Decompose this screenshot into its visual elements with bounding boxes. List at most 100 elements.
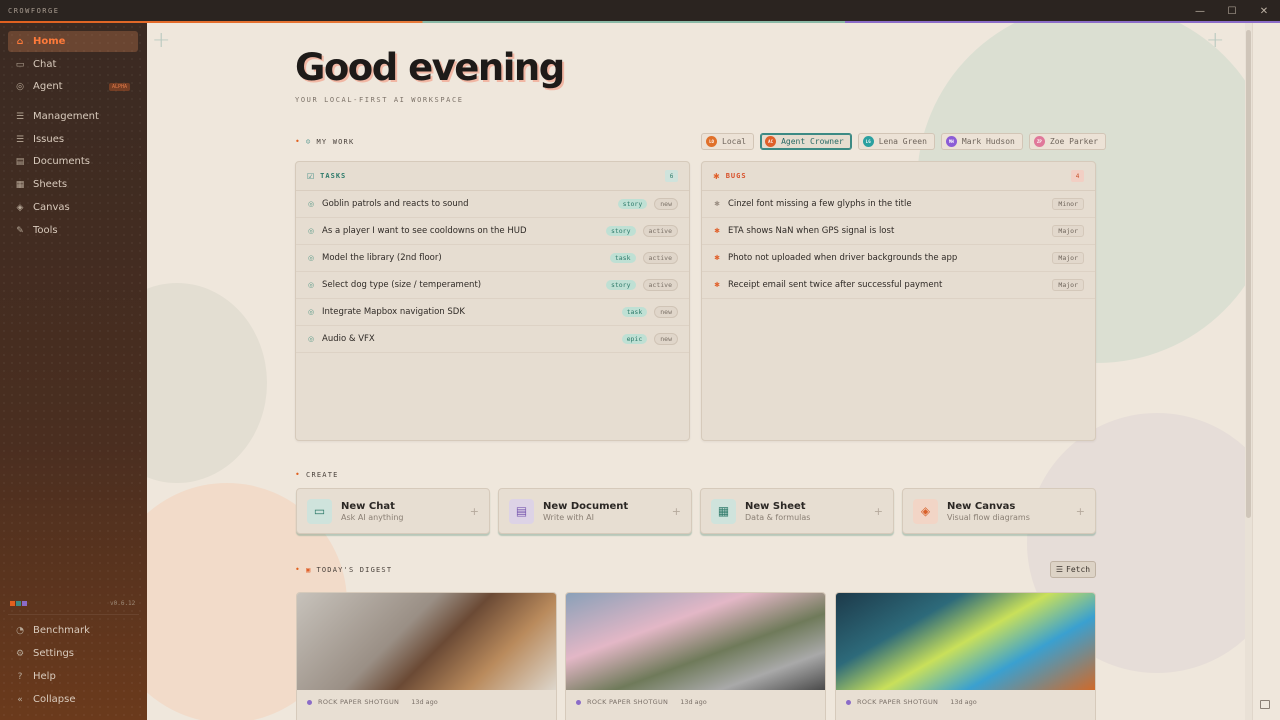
user-chip[interactable]: LO Local: [701, 133, 755, 150]
sidebar-item-documents[interactable]: ▤ Documents: [8, 151, 138, 172]
sidebar: [0, 23, 147, 720]
create-new-document-card[interactable]: ▤ New Document Write with AI +: [498, 488, 692, 534]
task-status-tag: active: [642, 279, 678, 291]
collapse-icon: «: [17, 694, 23, 705]
sidebar-item-label: Collapse: [33, 694, 76, 705]
create-new-canvas-card[interactable]: ◈ New Canvas Visual flow diagrams +: [902, 488, 1096, 534]
user-filter: LO Local AC Agent Crowner LG Lena Green MH Mark…: [701, 133, 1107, 150]
help-icon: ?: [17, 671, 23, 682]
task-row[interactable]: ◎ As a player I want to see cooldowns on …: [296, 218, 689, 245]
sidebar-item-benchmark[interactable]: ◔ Benchmark: [8, 620, 138, 641]
task-status-tag: new: [654, 333, 678, 345]
close-button[interactable]: ✕: [1248, 0, 1280, 22]
sidebar-item-canvas[interactable]: ◈ Canvas: [8, 197, 138, 218]
tasks-icon: ☑: [307, 171, 315, 181]
sidebar-item-label: Home: [33, 36, 66, 47]
task-row[interactable]: ◎ Select dog type (size / temperament) sto…: [296, 272, 689, 299]
create-card-subtitle: Write with AI: [543, 512, 595, 522]
digest-meta: ROCK PAPER SHOTGUN 13d ago: [297, 690, 556, 714]
bug-icon: ✱: [714, 200, 720, 208]
digest-card[interactable]: ROCK PAPER SHOTGUN 13d ago: [835, 592, 1096, 720]
tasks-count: 6: [665, 170, 678, 182]
sidebar-item-settings[interactable]: ⚙ Settings: [8, 643, 138, 664]
greeting: Good evening: [295, 46, 565, 89]
task-title: Goblin patrols and reacts to sound: [322, 199, 469, 209]
create-card-title: New Canvas: [947, 500, 1016, 512]
settings-icon: ⚙: [15, 648, 25, 659]
issues-icon: ☰: [15, 134, 25, 145]
avatar: LO: [706, 136, 717, 147]
user-chip[interactable]: LG Lena Green: [857, 133, 935, 150]
task-row[interactable]: ◎ Goblin patrols and reacts to sound story…: [296, 191, 689, 218]
task-row[interactable]: ◎ Model the library (2nd floor) task active: [296, 245, 689, 272]
task-title: Select dog type (size / temperament): [322, 280, 482, 290]
user-chip-label: Local: [722, 137, 747, 146]
my-work-label: • ☺ MY WORK: [295, 137, 355, 146]
digest-meta: ROCK PAPER SHOTGUN 13d ago: [566, 690, 825, 714]
digest-card[interactable]: ROCK PAPER SHOTGUN 13d ago: [296, 592, 557, 720]
bug-title: Receipt email sent twice after successfu…: [728, 280, 943, 290]
digest-meta: ROCK PAPER SHOTGUN 13d ago: [836, 690, 1095, 714]
create-card-subtitle: Ask AI anything: [341, 512, 404, 522]
digest-image: [836, 593, 1095, 690]
document-icon: ▤: [509, 498, 534, 524]
fetch-button[interactable]: ☰ Fetch: [1050, 561, 1096, 578]
bug-row[interactable]: ✱ Receipt email sent twice after successf…: [702, 272, 1095, 299]
digest-label: • ▣ TODAY'S DIGEST: [295, 565, 393, 574]
task-row[interactable]: ◎ Audio & VFX epic new: [296, 326, 689, 353]
sidebar-item-tools[interactable]: ✎ Tools: [8, 220, 138, 241]
rss-icon: ☰: [1055, 565, 1064, 574]
digest-source: ROCK PAPER SHOTGUN: [587, 698, 669, 706]
task-type-tag: task: [621, 307, 648, 317]
user-chip[interactable]: MH Mark Hudson: [940, 133, 1023, 150]
alpha-badge: ALPHA: [108, 82, 130, 91]
bug-row[interactable]: ✱ ETA shows NaN when GPS signal is lost Ma…: [702, 218, 1095, 245]
user-chip[interactable]: AC Agent Crowner: [760, 133, 852, 150]
sidebar-item-label: Tools: [33, 225, 58, 236]
digest-card[interactable]: ROCK PAPER SHOTGUN 13d ago: [565, 592, 826, 720]
bugs-count: 4: [1071, 170, 1084, 182]
scrollbar-thumb[interactable]: [1246, 30, 1251, 518]
sidebar-item-help[interactable]: ? Help: [8, 666, 138, 687]
avatar: AC: [765, 136, 777, 147]
bug-severity-tag: Major: [1052, 279, 1084, 291]
app-title: CROWFORGE: [8, 7, 60, 15]
sidebar-item-issues[interactable]: ☰ Issues: [8, 129, 138, 150]
sidebar-item-management[interactable]: ☰ Management: [8, 106, 138, 127]
bug-row[interactable]: ✱ Cinzel font missing a few glyphs in the…: [702, 191, 1095, 218]
sidebar-item-sheets[interactable]: ▦ Sheets: [8, 174, 138, 195]
create-new-sheet-card[interactable]: ▦ New Sheet Data & formulas +: [700, 488, 894, 534]
plus-icon: +: [1075, 504, 1085, 518]
digest-source: ROCK PAPER SHOTGUN: [318, 698, 400, 706]
bug-icon: ✱: [714, 281, 720, 289]
sidebar-item-label: Settings: [33, 648, 75, 659]
sidebar-item-home[interactable]: ⌂ Home: [8, 31, 138, 52]
sidebar-item-agent[interactable]: ◎ Agent ALPHA: [8, 76, 138, 97]
sidebar-item-collapse[interactable]: « Collapse: [8, 689, 138, 710]
create-card-text: New Chat Ask AI anything: [341, 501, 403, 522]
task-type-tag: story: [617, 199, 648, 209]
create-card-title: New Chat: [341, 500, 395, 512]
user-chip-label: Zoe Parker: [1049, 137, 1099, 146]
create-new-chat-card[interactable]: ▭ New Chat Ask AI anything +: [296, 488, 490, 534]
minimize-button[interactable]: —: [1184, 0, 1216, 22]
task-title: Integrate Mapbox navigation SDK: [322, 307, 465, 317]
panel-toggle-icon[interactable]: [1260, 700, 1270, 709]
task-status-icon: ◎: [307, 335, 315, 343]
sidebar-item-label: Help: [33, 671, 56, 682]
user-chip[interactable]: ZP Zoe Parker: [1028, 133, 1107, 150]
avatar: MH: [945, 136, 957, 147]
maximize-button[interactable]: ☐: [1216, 0, 1248, 22]
sidebar-item-chat[interactable]: ▭ Chat: [8, 54, 138, 75]
sheet-icon: ▦: [711, 498, 736, 524]
user-chip-label: Lena Green: [878, 137, 927, 146]
digest-source: ROCK PAPER SHOTGUN: [857, 698, 939, 706]
task-status-tag: active: [642, 252, 678, 264]
digest-image: [297, 593, 556, 690]
bug-row[interactable]: ✱ Photo not uploaded when driver backgrou…: [702, 245, 1095, 272]
bug-severity-tag: Major: [1052, 252, 1084, 264]
task-row[interactable]: ◎ Integrate Mapbox navigation SDK task new: [296, 299, 689, 326]
bug-icon: ✱: [714, 254, 720, 262]
bugs-title: BUGS: [725, 172, 747, 180]
task-type-tag: story: [605, 226, 636, 236]
